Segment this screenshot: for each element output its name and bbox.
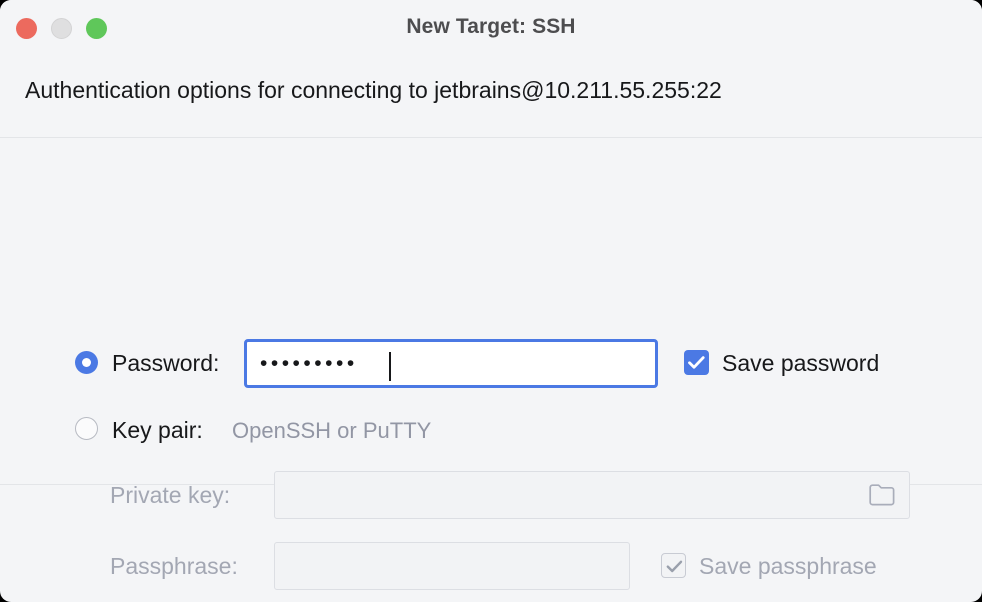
radio-keypair-option[interactable]	[75, 417, 98, 440]
radio-password-option[interactable]	[75, 351, 98, 374]
password-input[interactable]: •••••••••	[244, 339, 658, 388]
dialog-header: Authentication options for connecting to…	[0, 56, 982, 138]
password-input-value: •••••••••	[260, 351, 358, 375]
dialog-window: New Target: SSH Authentication options f…	[0, 0, 982, 602]
check-icon	[688, 356, 705, 369]
password-label: Password:	[112, 350, 220, 376]
dialog-footer: ? Cancel Previous Next	[0, 485, 982, 601]
window-title: New Target: SSH	[406, 15, 576, 38]
save-password-label[interactable]: Save password	[722, 350, 879, 377]
checkbox-save-password[interactable]	[684, 350, 709, 375]
dialog-subtitle: Authentication options for connecting to…	[25, 77, 722, 103]
dialog-body: Password: ••••••••• Save password Key pa…	[0, 138, 982, 590]
keypair-hint: OpenSSH or PuTTY	[232, 418, 432, 443]
title-bar: New Target: SSH	[0, 0, 982, 56]
keypair-label: Key pair:	[112, 417, 203, 443]
text-caret	[389, 352, 391, 381]
